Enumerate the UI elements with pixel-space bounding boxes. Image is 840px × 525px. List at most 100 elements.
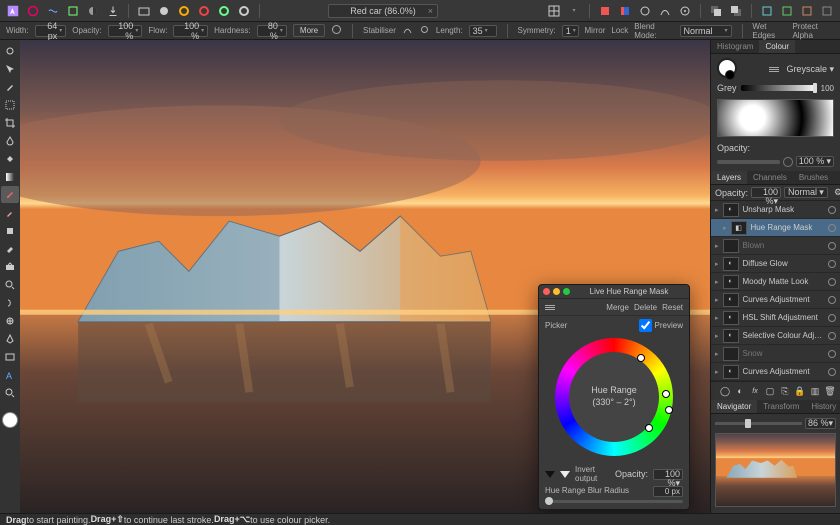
visibility-toggle[interactable]: [828, 368, 836, 376]
blend-value[interactable]: Normal▾: [680, 25, 732, 37]
lock-icon[interactable]: [798, 3, 816, 19]
layers-blend-select[interactable]: Normal ▾: [784, 187, 828, 198]
crop-layer-icon[interactable]: ▢: [764, 385, 776, 397]
tab-colour[interactable]: Colour: [759, 40, 795, 53]
visibility-toggle[interactable]: [828, 314, 836, 322]
layer-toggle-icon[interactable]: ▸: [715, 332, 719, 340]
noise-icon[interactable]: [783, 157, 793, 167]
selection-tool-icon[interactable]: [1, 96, 19, 113]
layer-toggle-icon[interactable]: ▸: [715, 296, 719, 304]
crop-tool-icon[interactable]: [1, 114, 19, 131]
layer-row[interactable]: ▸◧Hue Range Mask: [711, 219, 840, 237]
layer-row[interactable]: ▸Blown: [711, 237, 840, 255]
tab-navigator[interactable]: Navigator: [711, 400, 757, 413]
close-icon[interactable]: ×: [428, 6, 433, 16]
layer-toggle-icon[interactable]: ▸: [715, 260, 719, 268]
tab-channels[interactable]: Channels: [747, 171, 793, 184]
dodge-tool-icon[interactable]: [1, 276, 19, 293]
tab-brushes[interactable]: Brushes: [793, 171, 834, 184]
colour-menu-icon[interactable]: [769, 64, 779, 74]
hue-node-outer-2[interactable]: [645, 424, 653, 432]
visibility-toggle[interactable]: [828, 260, 836, 268]
dialog-opacity-value[interactable]: 100 %▾: [653, 469, 683, 480]
app-icon[interactable]: [4, 3, 22, 19]
tab-histogram[interactable]: Histogram: [711, 40, 759, 53]
stabiliser-rope-icon[interactable]: [402, 24, 413, 37]
visibility-toggle[interactable]: [828, 296, 836, 304]
symmetry-value[interactable]: 1▾: [562, 25, 579, 37]
delete-button[interactable]: Delete: [634, 303, 657, 312]
layer-toggle-icon[interactable]: ▸: [715, 368, 719, 376]
visibility-toggle[interactable]: [828, 224, 836, 232]
opacity-value[interactable]: 100 %▾: [108, 25, 143, 37]
hue-node-inner-1[interactable]: [662, 390, 670, 398]
layer-toggle-icon[interactable]: ▸: [715, 242, 719, 250]
zoom-slider[interactable]: [715, 422, 802, 425]
mask-icon[interactable]: [155, 3, 173, 19]
autolevels-icon[interactable]: [175, 3, 193, 19]
persona-liquify-icon[interactable]: [44, 3, 62, 19]
erase-tool-icon[interactable]: [1, 240, 19, 257]
lock-layer-icon[interactable]: 🔒: [794, 385, 806, 397]
grey-slider[interactable]: [741, 85, 817, 91]
reset-button[interactable]: Reset: [662, 303, 683, 312]
layer-row[interactable]: ▸◐Selective Colour Adjustment: [711, 327, 840, 345]
picker-tool-icon[interactable]: [1, 78, 19, 95]
delete-layer-icon[interactable]: 🗑: [824, 385, 836, 397]
autocolour-icon[interactable]: [215, 3, 233, 19]
secondary-swatch[interactable]: [725, 70, 735, 80]
retouch-tool-icon[interactable]: [1, 312, 19, 329]
picker-button[interactable]: Picker: [545, 321, 567, 330]
move-tool-icon[interactable]: [1, 60, 19, 77]
layer-row[interactable]: ▸◐Diffuse Glow: [711, 255, 840, 273]
more-button[interactable]: More: [293, 24, 325, 37]
flood-fill-tool-icon[interactable]: [1, 150, 19, 167]
protect-alpha-check[interactable]: Protect Alpha: [792, 22, 834, 40]
hue-node-outer-1[interactable]: [637, 354, 645, 362]
wet-edges-check[interactable]: Wet Edges: [752, 22, 786, 40]
assist-4-icon[interactable]: [656, 3, 674, 19]
grid-icon[interactable]: [545, 3, 563, 19]
layer-toggle-icon[interactable]: ▸: [715, 314, 719, 322]
colour-opacity-value[interactable]: 100 % ▾: [796, 156, 834, 167]
mirror-check[interactable]: Mirror: [585, 26, 606, 35]
output-black-icon[interactable]: [545, 471, 555, 478]
length-value[interactable]: 35▾: [469, 25, 497, 37]
layers-opacity-value[interactable]: 100 %▾: [751, 187, 781, 198]
tab-stock[interactable]: Stock: [834, 171, 840, 184]
flood-select-tool-icon[interactable]: [1, 132, 19, 149]
layer-toggle-icon[interactable]: ▸: [715, 350, 719, 358]
close-window-icon[interactable]: [543, 288, 550, 295]
group-icon[interactable]: [758, 3, 776, 19]
zoom-value[interactable]: 86 %▾: [805, 418, 836, 429]
width-value[interactable]: 64 px▾: [35, 25, 67, 37]
tab-history[interactable]: History: [805, 400, 840, 413]
hue-wheel[interactable]: Hue Range (330° – 2°): [555, 338, 673, 456]
layer-row[interactable]: ▸◐Curves Adjustment: [711, 291, 840, 309]
invert-label[interactable]: Invert output: [575, 465, 605, 483]
persona-tone-icon[interactable]: [84, 3, 102, 19]
visibility-toggle[interactable]: [828, 278, 836, 286]
layer-row[interactable]: ▸◐Unsharp Mask: [711, 201, 840, 219]
zoom-window-icon[interactable]: [563, 288, 570, 295]
pen-tool-icon[interactable]: [1, 330, 19, 347]
layer-row[interactable]: ▸◐Curves Adjustment: [711, 363, 840, 381]
add-layer-icon[interactable]: ▥: [809, 385, 821, 397]
assist-3-icon[interactable]: [636, 3, 654, 19]
assist-2-icon[interactable]: [616, 3, 634, 19]
tab-transform[interactable]: Transform: [757, 400, 805, 413]
link-icon[interactable]: [778, 3, 796, 19]
view-tool-icon[interactable]: [1, 42, 19, 59]
flow-value[interactable]: 100 %▾: [173, 25, 208, 37]
persona-photo-icon[interactable]: [24, 3, 42, 19]
visibility-toggle[interactable]: [828, 332, 836, 340]
visibility-toggle[interactable]: [828, 242, 836, 250]
insert-icon[interactable]: [818, 3, 836, 19]
zoom-tool-icon[interactable]: [1, 384, 19, 401]
chevron-down-icon[interactable]: ▾: [565, 3, 583, 19]
blur-slider[interactable]: [545, 500, 683, 503]
dialog-menu-icon[interactable]: [545, 302, 555, 312]
text-tool-icon[interactable]: A: [1, 366, 19, 383]
link-layer-icon[interactable]: ⎘: [779, 385, 791, 397]
gear-icon[interactable]: ⚙: [834, 187, 840, 198]
